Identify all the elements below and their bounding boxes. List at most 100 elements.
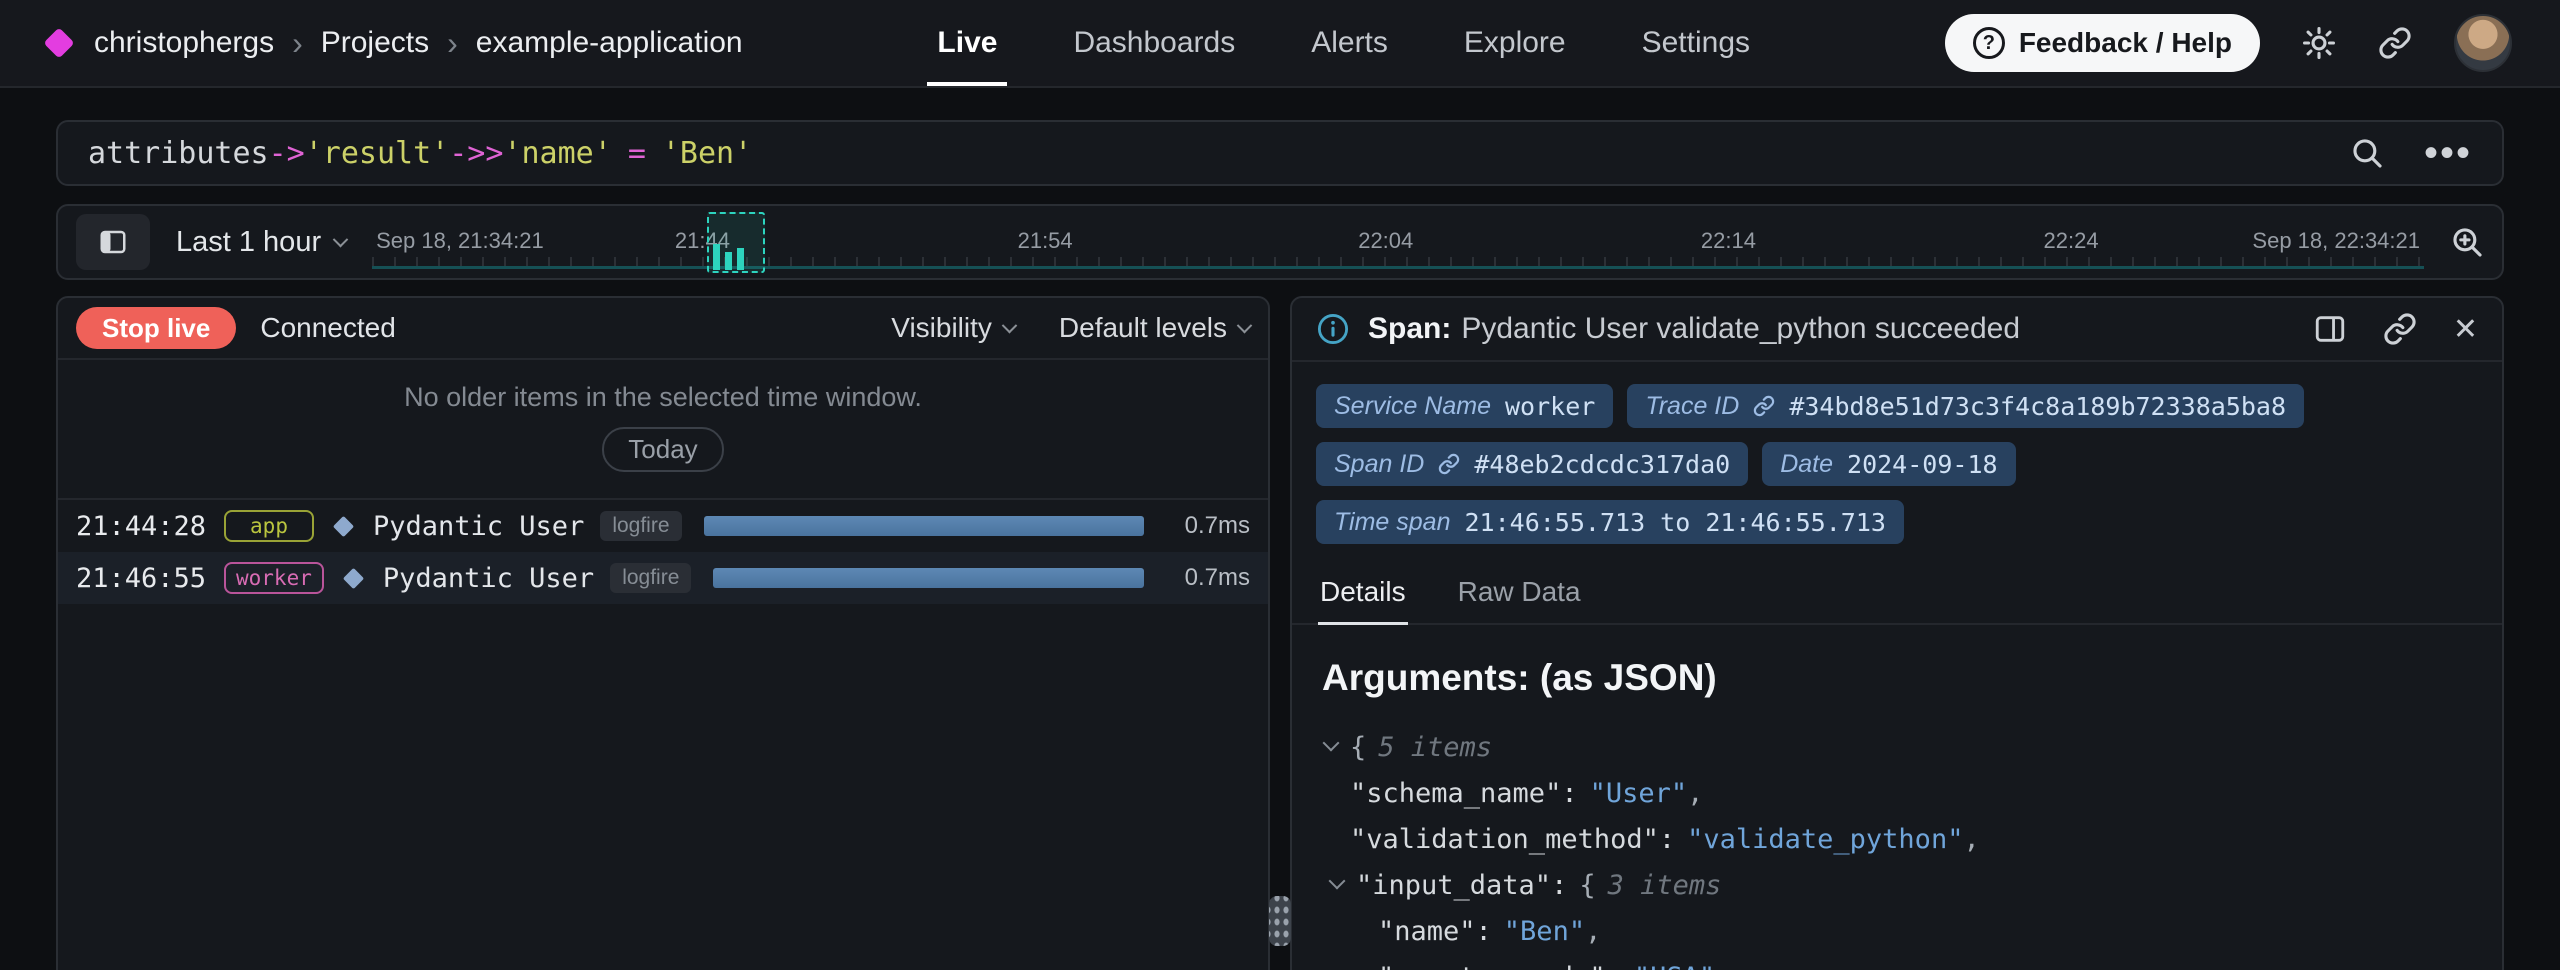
copy-link-button[interactable] [2383, 312, 2417, 346]
user-avatar[interactable] [2454, 14, 2512, 72]
tab-details[interactable]: Details [1318, 560, 1408, 623]
live-view-panel: Stop live Connected Visibility Default l… [56, 296, 1270, 970]
trace-row[interactable]: 21:44:28 app Pydantic User logfire 0.7ms [58, 500, 1268, 552]
query-key: 'name' [503, 136, 611, 171]
json-item-count: 5 items [1378, 732, 1492, 763]
share-link-button[interactable] [2378, 26, 2412, 60]
chevron-down-icon [333, 231, 349, 247]
expand-panel-button[interactable] [2313, 312, 2347, 346]
span-id-label: Span ID [1334, 450, 1424, 479]
default-levels-dropdown[interactable]: Default levels [1059, 312, 1250, 344]
nav-alerts[interactable]: Alerts [1311, 0, 1388, 86]
breadcrumb-project[interactable]: example-application [476, 26, 743, 60]
link-icon [2383, 312, 2417, 346]
scope-chip: logfire [600, 511, 681, 541]
timeline-tick-label: 22:24 [2044, 228, 2099, 254]
time-range-dropdown[interactable]: Last 1 hour [176, 226, 346, 259]
trace-id-pill[interactable]: Trace ID #34bd8e51d73c3f4c8a189b72338a5b… [1627, 384, 2304, 428]
more-options-button[interactable]: ••• [2424, 143, 2472, 163]
query-key: 'result' [305, 136, 450, 171]
timeline-tick-label: Sep 18, 21:34:21 [376, 228, 544, 254]
timeline-minor-ticks [372, 257, 2424, 266]
empty-message: No older items in the selected time wind… [58, 382, 1268, 413]
link-icon [1753, 395, 1775, 417]
sun-icon [2302, 26, 2336, 60]
logfire-logo-icon[interactable] [43, 27, 74, 58]
close-button[interactable]: ✕ [2453, 312, 2478, 347]
feedback-help-label: Feedback / Help [2019, 27, 2232, 59]
time-span-pill: Time span 21:46:55.713 to 21:46:55.713 [1316, 500, 1904, 544]
span-title: Span: Pydantic User validate_python succe… [1368, 312, 2020, 346]
service-name-label: Service Name [1334, 392, 1491, 421]
duration-bar-fill [704, 516, 1144, 536]
default-levels-label: Default levels [1059, 312, 1227, 344]
feedback-help-button[interactable]: ? Feedback / Help [1945, 14, 2260, 72]
duration-value: 0.7ms [1166, 512, 1250, 540]
breadcrumb-projects[interactable]: Projects [321, 26, 429, 60]
query-bar[interactable]: attributes->'result'->>'name'='Ben' ••• [56, 120, 2504, 186]
date-label: Date [1780, 450, 1833, 479]
ellipsis-icon: ••• [2424, 143, 2472, 163]
row-timestamp: 21:44:28 [76, 511, 208, 542]
time-span-label: Time span [1334, 508, 1451, 537]
span-name: Pydantic User [373, 511, 584, 542]
service-tag: app [224, 510, 314, 542]
duration-bar-fill [713, 568, 1144, 588]
today-button[interactable]: Today [602, 427, 723, 472]
columns-icon [2313, 312, 2347, 346]
close-icon: ✕ [2453, 312, 2478, 347]
sidebar-icon [98, 227, 128, 257]
sidebar-toggle-button[interactable] [76, 214, 150, 270]
span-id-pill[interactable]: Span ID #48eb2cdcdc317da0 [1316, 442, 1748, 486]
breadcrumb-org[interactable]: christophergs [94, 26, 274, 60]
detail-body: Arguments: (as JSON) {5 items "schema_na… [1292, 625, 2502, 970]
timeline-tick-label: 22:04 [1358, 228, 1413, 254]
time-range-bar: Last 1 hour Sep 18, 21:34:21 21:44 21:54… [56, 204, 2504, 280]
theme-toggle-button[interactable] [2302, 26, 2336, 60]
service-name-pill: Service Name worker [1316, 384, 1613, 428]
json-line: "input_data":{3 items [1328, 863, 2472, 909]
nav-settings[interactable]: Settings [1642, 0, 1750, 86]
live-panel-header: Stop live Connected Visibility Default l… [58, 298, 1268, 360]
query-operator: -> [269, 136, 305, 171]
json-key: "schema_name": [1350, 778, 1578, 809]
json-line: "country_code":"USA", [1378, 955, 2472, 970]
timeline[interactable]: Sep 18, 21:34:21 21:44 21:54 22:04 22:14… [372, 206, 2424, 278]
json-key: "country_code": [1378, 962, 1622, 970]
query-value: 'Ben' [662, 136, 752, 171]
json-brace: { [1579, 870, 1595, 901]
span-title-value: Pydantic User validate_python succeeded [1461, 312, 2020, 345]
stop-live-button[interactable]: Stop live [76, 307, 236, 349]
collapse-caret-icon[interactable] [1322, 736, 1350, 756]
detail-panel-header: Span: Pydantic User validate_python succe… [1292, 298, 2502, 362]
json-value: "validate_python" [1687, 824, 1963, 855]
query-expression[interactable]: attributes->'result'->>'name'='Ben' [88, 136, 752, 171]
span-id-value: #48eb2cdcdc317da0 [1474, 450, 1730, 479]
zoom-button[interactable] [2450, 225, 2484, 259]
query-actions: ••• [2350, 136, 2472, 170]
nav-explore[interactable]: Explore [1464, 0, 1566, 86]
span-title-label: Span: [1368, 312, 1451, 345]
link-icon [2378, 26, 2412, 60]
span-diamond-icon [333, 515, 354, 536]
detail-panel-actions: ✕ [2313, 312, 2478, 347]
tab-raw-data[interactable]: Raw Data [1456, 560, 1583, 623]
json-value: "User" [1590, 778, 1688, 809]
visibility-label: Visibility [891, 312, 992, 344]
question-icon: ? [1973, 27, 2005, 59]
info-icon [1316, 312, 1350, 346]
trace-id-label: Trace ID [1645, 392, 1739, 421]
empty-window-section: No older items in the selected time wind… [58, 360, 1268, 500]
span-name: Pydantic User [383, 563, 594, 594]
nav-dashboards[interactable]: Dashboards [1073, 0, 1235, 86]
timeline-selection[interactable] [707, 212, 765, 273]
nav-live[interactable]: Live [937, 0, 997, 86]
collapse-caret-icon[interactable] [1328, 874, 1356, 894]
chevron-right-icon: › [292, 25, 303, 62]
search-button[interactable] [2350, 136, 2384, 170]
trace-row[interactable]: 21:46:55 worker Pydantic User logfire 0.… [58, 552, 1268, 604]
date-value: 2024-09-18 [1847, 450, 1998, 479]
visibility-dropdown[interactable]: Visibility [891, 312, 1015, 344]
panel-resize-handle[interactable] [1269, 896, 1291, 946]
search-icon [2350, 136, 2384, 170]
